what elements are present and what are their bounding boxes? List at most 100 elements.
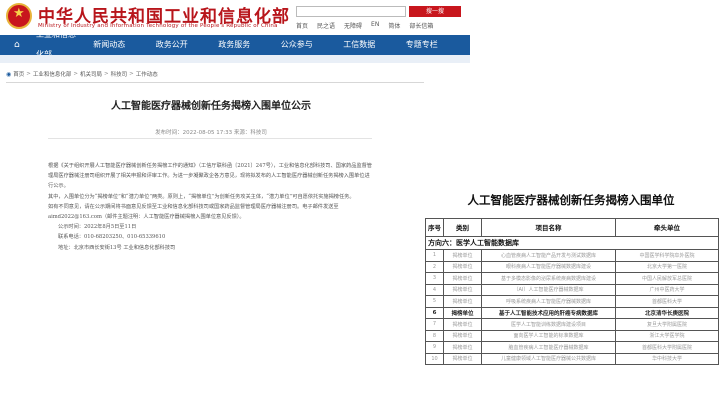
column-header-project: 项目名称 (481, 218, 616, 237)
breadcrumb-separator: > (73, 71, 78, 77)
home-icon[interactable]: ⌂ (14, 40, 24, 50)
table-row: 1 揭榜单位 心血管疾病人工智能产品开发与测试数据库 中国医学科学院阜外医院 (425, 249, 719, 262)
location-pin-icon: ◉ (6, 70, 12, 78)
row-category: 揭榜单位 (443, 249, 482, 262)
row-category: 揭榜单位 (443, 352, 482, 365)
column-header-lead-unit: 牵头单位 (615, 218, 719, 237)
table-row: 6 揭榜单位 基于人工智能技术应用的肝癌专病数据库 北京清华长庚医院 (425, 306, 719, 319)
table-row: 4 揭榜单位 （AI）人工智能医疗器械数据库 广州中医药大学 (425, 283, 719, 296)
search-input[interactable] (296, 6, 406, 17)
row-index: 5 (425, 295, 444, 308)
breadcrumb-home[interactable]: 首页 (13, 70, 24, 78)
nav-item-services[interactable]: 政务服务 (203, 35, 266, 55)
table-row: 9 揭榜单位 脑血管疾病人工智能医疗器械数据库 首都医科大学附属医院 (425, 341, 719, 354)
search-button[interactable]: 搜一搜 (409, 6, 461, 17)
row-lead-unit: 北京清华长庚医院 (615, 306, 719, 319)
row-index: 8 (425, 329, 444, 342)
article-meta: 发布时间：2022-08-05 17:33 来源：科技司 (155, 130, 267, 136)
row-lead-unit: 首都医科大学 (615, 295, 719, 308)
row-index: 7 (425, 318, 444, 331)
breadcrumb-separator: > (129, 71, 134, 77)
row-category: 揭榜单位 (443, 329, 482, 342)
row-project: 脑血管疾病人工智能医疗器械数据库 (481, 341, 616, 354)
nav-item-data[interactable]: 工信数据 (328, 35, 391, 55)
row-index: 4 (425, 283, 444, 296)
table-row: 7 揭榜单位 医学人工智能训练数据库建设项目 复旦大学附属医院 (425, 318, 719, 331)
row-lead-unit: 复旦大学附属医院 (615, 318, 719, 331)
article-paragraph: 如有不同意见，请在公示期间将书面意见反馈至工业和信息化部科技司或国家药品监督管理… (48, 203, 339, 221)
top-link-accessibility[interactable]: 无障碍 (344, 21, 362, 30)
document-title: 人工智能医疗器械创新任务揭榜入围单位 (467, 193, 675, 207)
row-project: 面向医学人工智能的标准数据库 (481, 329, 616, 342)
article-title: 人工智能医疗器械创新任务揭榜入围单位公示 (111, 101, 311, 112)
article-body: 根据《关于组织开展人工智能医疗器械创新任务揭榜工作的通知》（工信厅联科函〔202… (48, 161, 374, 253)
breadcrumb: ◉ 首页 > 工业和信息化部 > 机关司局 > 科技司 > 工作动态 (6, 70, 158, 79)
divider (6, 82, 424, 83)
row-project: 心血管疾病人工智能产品开发与测试数据库 (481, 249, 616, 262)
row-project: 呼吸系统疾病人工智能医疗器械数据库 (481, 295, 616, 308)
nav-item-news[interactable]: 新闻动态 (78, 35, 141, 55)
row-category: 揭榜单位 (443, 341, 482, 354)
header-tools: 搜一搜 首页 民之语 无障碍 EN 简体 部长信箱 (292, 4, 470, 32)
row-project: （AI）人工智能医疗器械数据库 (481, 283, 616, 296)
nav-item-participation[interactable]: 公众参与 (266, 35, 329, 55)
top-link-minister-mailbox[interactable]: 部长信箱 (409, 21, 433, 30)
breadcrumb-bureaus[interactable]: 机关司局 (80, 70, 102, 78)
table-row: 8 揭榜单位 面向医学人工智能的标准数据库 浙江大学医学院 (425, 329, 719, 342)
row-project: 儿童健康领域人工智能医疗器械公共数据库 (481, 352, 616, 365)
row-lead-unit: 北京大学第一医院 (615, 260, 719, 273)
row-lead-unit: 浙江大学医学院 (615, 329, 719, 342)
shortlist-table: 序号 类别 项目名称 牵头单位 方向六：医学人工智能数据库 1 揭榜单位 心血管疾病… (425, 218, 719, 365)
top-link-english[interactable]: EN (371, 21, 379, 30)
top-link-voice[interactable]: 民之语 (317, 21, 335, 30)
row-lead-unit: 中国医学科学院阜外医院 (615, 249, 719, 262)
row-project: 基于人工智能技术应用的肝癌专病数据库 (481, 306, 616, 319)
divider (48, 138, 372, 139)
row-lead-unit: 华中科技大学 (615, 352, 719, 365)
breadcrumb-work-news[interactable]: 工作动态 (136, 70, 158, 78)
table-row: 10 揭榜单位 儿童健康领域人工智能医疗器械公共数据库 华中科技大学 (425, 352, 719, 365)
breadcrumb-science-dept[interactable]: 科技司 (111, 70, 128, 78)
column-header-category: 类别 (443, 218, 482, 237)
article-paragraph: 其中，入围单位分为“揭榜单位”和“潜力单位”两类。原则上，“揭榜单位”为创新任务… (48, 193, 355, 200)
row-category: 揭榜单位 (443, 295, 482, 308)
row-index: 6 (425, 306, 444, 319)
row-lead-unit: 首都医科大学附属医院 (615, 341, 719, 354)
table-row: 2 揭榜单位 眼科疾病人工智能医疗器械数据库建设 北京大学第一医院 (425, 260, 719, 273)
row-category: 揭榜单位 (443, 272, 482, 285)
column-header-index: 序号 (425, 218, 444, 237)
announcement-table-image: 人工智能医疗器械创新任务揭榜入围单位 序号 类别 项目名称 牵头单位 方向六：医… (422, 170, 720, 407)
site-header: 中华人民共和国工业和信息化部 Ministry of Industry and … (0, 0, 720, 35)
breadcrumb-separator: > (104, 71, 109, 77)
table-row: 5 揭榜单位 呼吸系统疾病人工智能医疗器械数据库 首都医科大学 (425, 295, 719, 308)
nav-item-disclosure[interactable]: 政务公开 (141, 35, 204, 55)
contact-address: 地址：北京市西长安街13号 工业和信息化部科技司 (58, 244, 176, 251)
row-project: 医学人工智能训练数据库建设项目 (481, 318, 616, 331)
publicity-period: 公示时间：2022年8月5日至11日 (58, 224, 137, 231)
nav-substrip (0, 55, 470, 63)
main-nav: ⌂ 工业和信息化部 新闻动态 政务公开 政务服务 公众参与 工信数据 专题专栏 (0, 30, 470, 59)
breadcrumb-separator: > (26, 71, 31, 77)
top-link-home[interactable]: 首页 (296, 21, 308, 30)
row-category: 揭榜单位 (443, 283, 482, 296)
nav-item-topics[interactable]: 专题专栏 (391, 35, 454, 55)
article-paragraph: 根据《关于组织开展人工智能医疗器械创新任务揭榜工作的通知》（工信厅联科函〔202… (48, 163, 372, 190)
row-project: 眼科疾病人工智能医疗器械数据库建设 (481, 260, 616, 273)
row-category: 揭榜单位 (443, 306, 482, 319)
row-category: 揭榜单位 (443, 318, 482, 331)
top-links: 首页 民之语 无障碍 EN 简体 部长信箱 (296, 21, 433, 30)
top-link-simplified[interactable]: 简体 (388, 21, 400, 30)
table-row: 3 揭榜单位 基于多模态影像的泌尿系统疾病数据库建设 中国人民解放军总医院 (425, 272, 719, 285)
contact-phone: 联系电话：010-68203250、010-65339610 (58, 234, 166, 241)
row-index: 10 (425, 352, 444, 365)
row-index: 9 (425, 341, 444, 354)
row-index: 3 (425, 272, 444, 285)
breadcrumb-ministry[interactable]: 工业和信息化部 (33, 70, 72, 78)
section-row: 方向六：医学人工智能数据库 (425, 236, 719, 250)
section-title: 方向六：医学人工智能数据库 (425, 236, 719, 250)
row-category: 揭榜单位 (443, 260, 482, 273)
row-lead-unit: 中国人民解放军总医院 (615, 272, 719, 285)
row-lead-unit: 广州中医药大学 (615, 283, 719, 296)
row-index: 1 (425, 249, 444, 262)
row-index: 2 (425, 260, 444, 273)
